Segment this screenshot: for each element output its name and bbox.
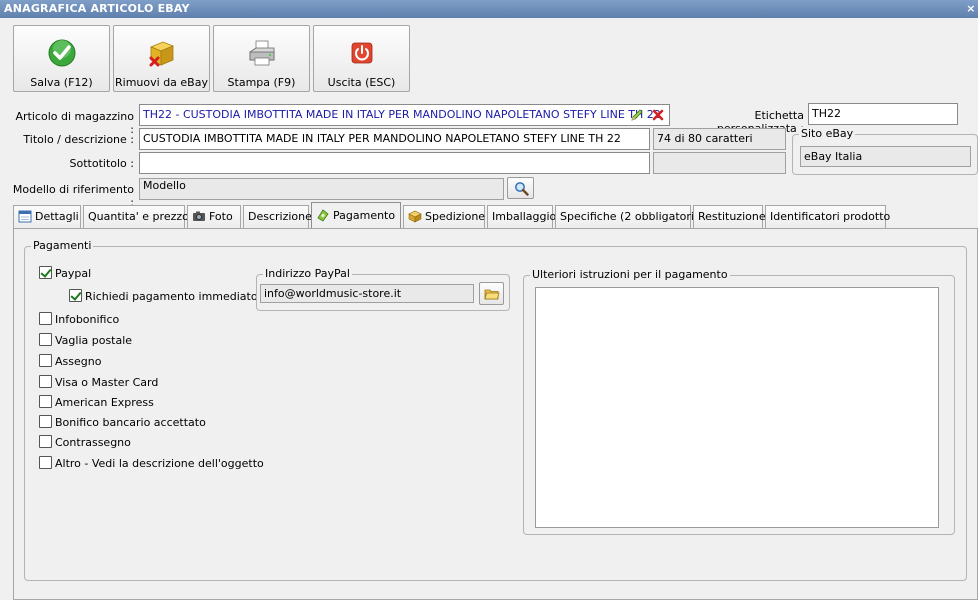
etichetta-field[interactable]: TH22 (808, 103, 958, 125)
sottotitolo-label: Sottotitolo : (69, 157, 134, 170)
pagamento-panel: Pagamenti Paypal Richiedi pagamento imme… (13, 228, 978, 600)
print-button-label: Stampa (F9) (227, 76, 296, 89)
assegno-checkbox[interactable] (39, 354, 52, 367)
remove-from-ebay-button[interactable]: Rimuovi da eBay (113, 25, 210, 92)
paypal-address-group: Indirizzo PayPal info@worldmusic-store.i… (256, 267, 510, 311)
infobonifico-checkbox[interactable] (39, 312, 52, 325)
tab-dettagli-label: Dettagli (35, 210, 79, 223)
char-count-field: 74 di 80 caratteri (653, 128, 786, 150)
tab-restituzione-label: Restituzione (698, 210, 766, 223)
sottotitolo-count-field (653, 152, 786, 174)
articolo-value: TH22 - CUSTODIA IMBOTTITA MADE IN ITALY … (143, 108, 661, 121)
save-button-label: Salva (F12) (30, 76, 93, 89)
pagamento-immediato-label: Richiedi pagamento immediato (85, 290, 258, 303)
tab-descrizione-label: Descrizione (248, 210, 312, 223)
tab-dettagli[interactable]: Dettagli (13, 205, 81, 228)
tab-foto-label: Foto (209, 210, 233, 223)
tab-specifiche-label: Specifiche (2 obbligatorie) (560, 210, 706, 223)
tab-descrizione[interactable]: Descrizione (243, 205, 312, 228)
power-icon (351, 42, 372, 64)
sito-ebay-group: Sito eBay eBay Italia (792, 127, 978, 175)
pencil-icon[interactable] (630, 108, 644, 122)
tab-spedizione-label: Spedizione (425, 210, 486, 223)
tab-pagamento[interactable]: Pagamento (311, 202, 401, 229)
tab-imballaggio-label: Imballaggio (492, 210, 557, 223)
visa-mastercard-checkbox[interactable] (39, 375, 52, 388)
calendar-icon (18, 210, 32, 223)
contrassegno-checkbox[interactable] (39, 435, 52, 448)
tab-quantita-label: Quantita' e prezzo (88, 210, 189, 223)
pagamento-immediato-checkbox[interactable] (69, 289, 82, 302)
tab-spedizione[interactable]: Spedizione (403, 205, 485, 228)
package-icon (408, 210, 422, 223)
titolo-value: CUSTODIA IMBOTTITA MADE IN ITALY PER MAN… (143, 132, 621, 145)
contrassegno-label: Contrassegno (55, 436, 131, 449)
bonifico-bancario-checkbox[interactable] (39, 415, 52, 428)
tab-foto[interactable]: Foto (187, 205, 241, 228)
altro-label: Altro - Vedi la descrizione dell'oggetto (55, 457, 264, 470)
assegno-label: Assegno (55, 355, 102, 368)
tab-pagamento-label: Pagamento (333, 209, 396, 222)
pagamenti-group: Pagamenti Paypal Richiedi pagamento imme… (24, 239, 967, 581)
bonifico-bancario-label: Bonifico bancario accettato (55, 416, 206, 429)
visa-mastercard-label: Visa o Master Card (55, 376, 159, 389)
modello-value: Modello (143, 179, 186, 192)
window-titlebar: ANAGRAFICA ARTICOLO EBAY × (0, 0, 978, 18)
tab-identificatori[interactable]: Identificatori prodotto (765, 205, 890, 228)
pagamenti-group-title: Pagamenti (31, 239, 94, 252)
close-icon[interactable]: × (966, 0, 976, 18)
vaglia-postale-label: Vaglia postale (55, 334, 133, 347)
search-modello-button[interactable] (507, 177, 534, 199)
istruzioni-textarea[interactable] (535, 287, 939, 528)
etichetta-value: TH22 (812, 107, 841, 120)
tab-identificatori-label: Identificatori prodotto (770, 210, 891, 223)
infobonifico-label: Infobonifico (55, 313, 120, 326)
paypal-address-value: info@worldmusic-store.it (264, 287, 402, 300)
tab-quantita-prezzo[interactable]: Quantita' e prezzo (83, 205, 189, 228)
altro-checkbox[interactable] (39, 456, 52, 469)
paypal-checkbox[interactable] (39, 266, 52, 279)
american-express-label: American Express (55, 396, 154, 409)
box-remove-icon (149, 41, 174, 67)
exit-button-label: Uscita (ESC) (327, 76, 396, 89)
folder-icon (484, 289, 500, 300)
paypal-address-field[interactable]: info@worldmusic-store.it (260, 284, 474, 303)
modello-field[interactable]: Modello (139, 178, 504, 200)
istruzioni-group-title: Ulteriori istruzioni per il pagamento (530, 268, 730, 281)
titolo-label: Titolo / descrizione : (23, 133, 134, 146)
titolo-field[interactable]: CUSTODIA IMBOTTITA MADE IN ITALY PER MAN… (139, 128, 650, 150)
print-button[interactable]: Stampa (F9) (213, 25, 310, 92)
paypal-address-group-title: Indirizzo PayPal (263, 267, 352, 280)
vaglia-postale-checkbox[interactable] (39, 333, 52, 346)
printer-icon (249, 40, 274, 66)
exit-button[interactable]: Uscita (ESC) (313, 25, 410, 92)
paypal-label: Paypal (55, 267, 92, 280)
paypal-browse-button[interactable] (479, 282, 504, 305)
sito-ebay-group-title: Sito eBay (799, 127, 856, 140)
sito-ebay-field[interactable]: eBay Italia (800, 146, 971, 167)
tab-imballaggio[interactable]: Imballaggio (487, 205, 557, 228)
remove-button-label: Rimuovi da eBay (115, 76, 208, 89)
sottotitolo-field[interactable] (139, 152, 650, 174)
sito-ebay-value: eBay Italia (804, 150, 863, 163)
char-count: 74 di 80 caratteri (657, 132, 753, 145)
check-icon (48, 39, 75, 67)
window-title: ANAGRAFICA ARTICOLO EBAY (4, 2, 190, 15)
tab-specifiche[interactable]: Specifiche (2 obbligatorie) (555, 205, 705, 228)
istruzioni-group: Ulteriori istruzioni per il pagamento (523, 268, 955, 535)
save-button[interactable]: Salva (F12) (13, 25, 110, 92)
magnifier-icon (515, 182, 529, 196)
articolo-field[interactable]: TH22 - CUSTODIA IMBOTTITA MADE IN ITALY … (139, 104, 670, 126)
delete-icon[interactable] (651, 108, 665, 122)
american-express-checkbox[interactable] (39, 395, 52, 408)
money-icon (317, 209, 329, 222)
tab-restituzione[interactable]: Restituzione (693, 205, 766, 228)
camera-icon (193, 211, 205, 221)
